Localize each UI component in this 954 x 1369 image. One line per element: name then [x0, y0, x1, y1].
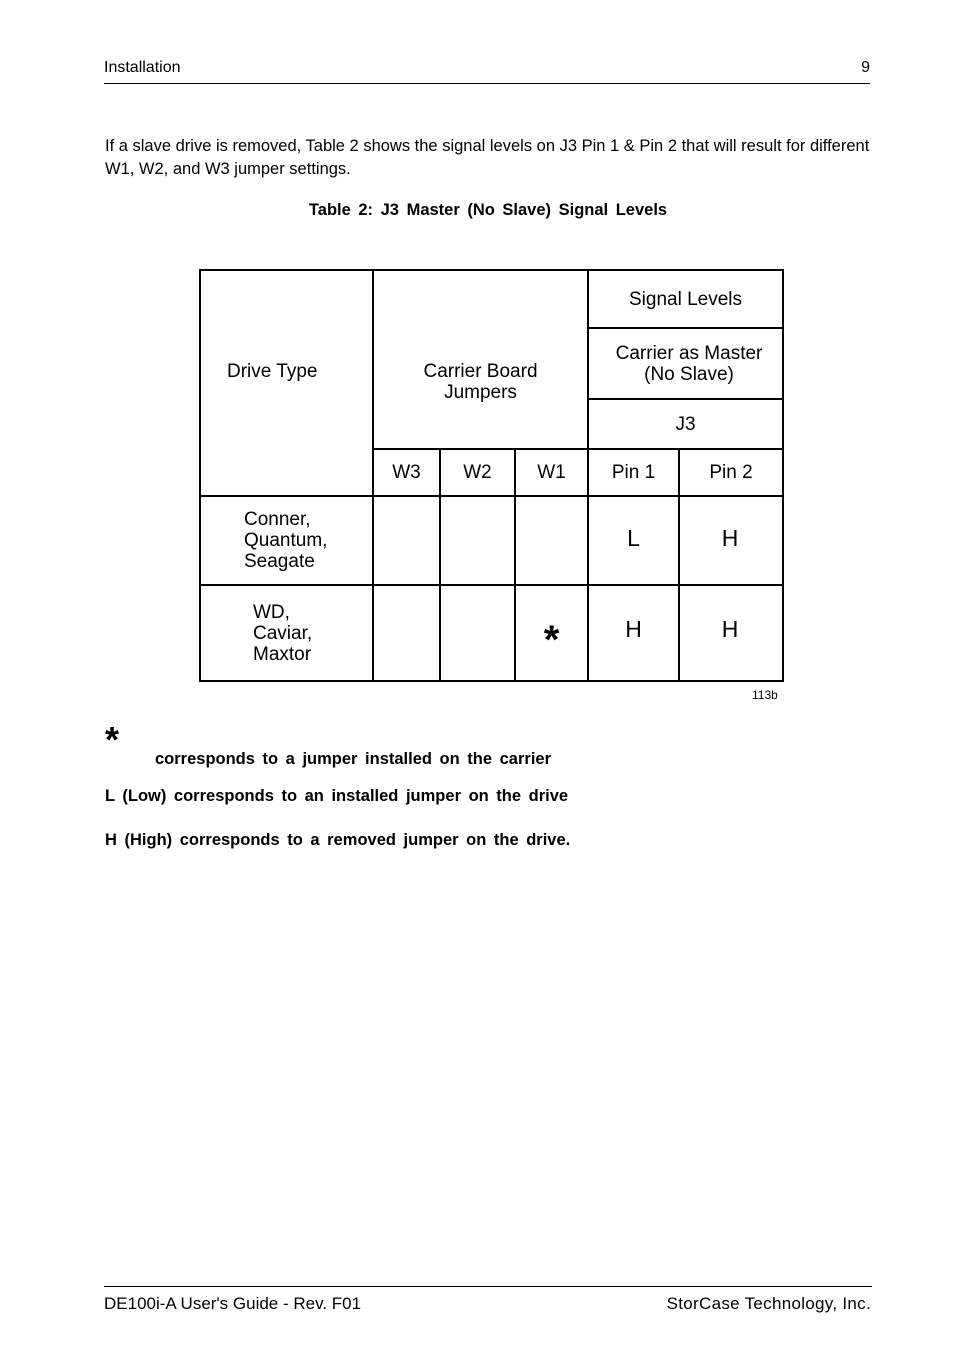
intro-paragraph: If a slave drive is removed, Table 2 sho… [105, 137, 870, 178]
header-w1: W1 [537, 462, 566, 483]
header-page-number: 9 [861, 59, 870, 76]
header-signal-levels: Signal Levels [628, 288, 743, 310]
header-pin2: Pin 2 [709, 462, 753, 483]
header-carrier-as-master: Carrier as Master (No Slave) [589, 329, 789, 398]
table-row-1-w1 [516, 497, 587, 584]
table-row-2-w2 [441, 586, 514, 680]
table-row-1-w2 [441, 497, 514, 584]
table-border-left [199, 269, 201, 682]
footer-document-title: DE100i-A User's Guide - Rev. F01 [104, 1294, 362, 1313]
legend-star-text: corresponds to a jumper installed on the… [155, 750, 552, 768]
table-row-2-drive-type: WD, Caviar, Maxtor [253, 601, 313, 665]
table-border-bottom [199, 680, 784, 682]
header-w2: W2 [463, 462, 492, 483]
header-pin1: Pin 1 [611, 462, 656, 483]
legend-low: L (Low) corresponds to an installed jump… [105, 787, 569, 805]
header-w3: W3 [392, 462, 421, 483]
header-master-line-2: (No Slave) [644, 363, 734, 385]
table-row-2-w3 [374, 586, 439, 680]
header-connector-j3: J3 [675, 413, 696, 435]
legend-high: H (High) corresponds to a removed jumper… [105, 831, 571, 849]
footer-divider [104, 1286, 872, 1287]
table-row-2-pin2: H [721, 615, 739, 642]
table-row-1-w3 [374, 497, 439, 584]
table-row-2-w1-jumper-installed-icon: * [543, 618, 560, 662]
footer-company: StorCase Technology, Inc. [666, 1294, 871, 1313]
table-row-1-pin2: H [721, 525, 739, 551]
table-caption: Table 2: J3 Master (No Slave) Signal Lev… [308, 201, 668, 219]
asterisk-icon: * [105, 719, 120, 760]
header-section-title: Installation [104, 59, 181, 76]
signal-levels-table: Drive Type Carrier Board Jumpers Signal L… [199, 269, 784, 682]
table-row-2-pin1: H [625, 615, 642, 642]
header-carrier-line-1: Carrier Board [423, 361, 538, 382]
table-row-1-pin1: L [627, 525, 640, 551]
table-row-1-drive-type: Conner, Quantum, Seagate [244, 509, 328, 572]
header-drive-type: Drive Type [227, 360, 318, 382]
header-divider [104, 83, 870, 84]
header-master-line-1: Carrier as Master [615, 342, 763, 364]
header-carrier-line-2: Jumpers [444, 382, 517, 403]
figure-number: 113b [752, 688, 778, 702]
